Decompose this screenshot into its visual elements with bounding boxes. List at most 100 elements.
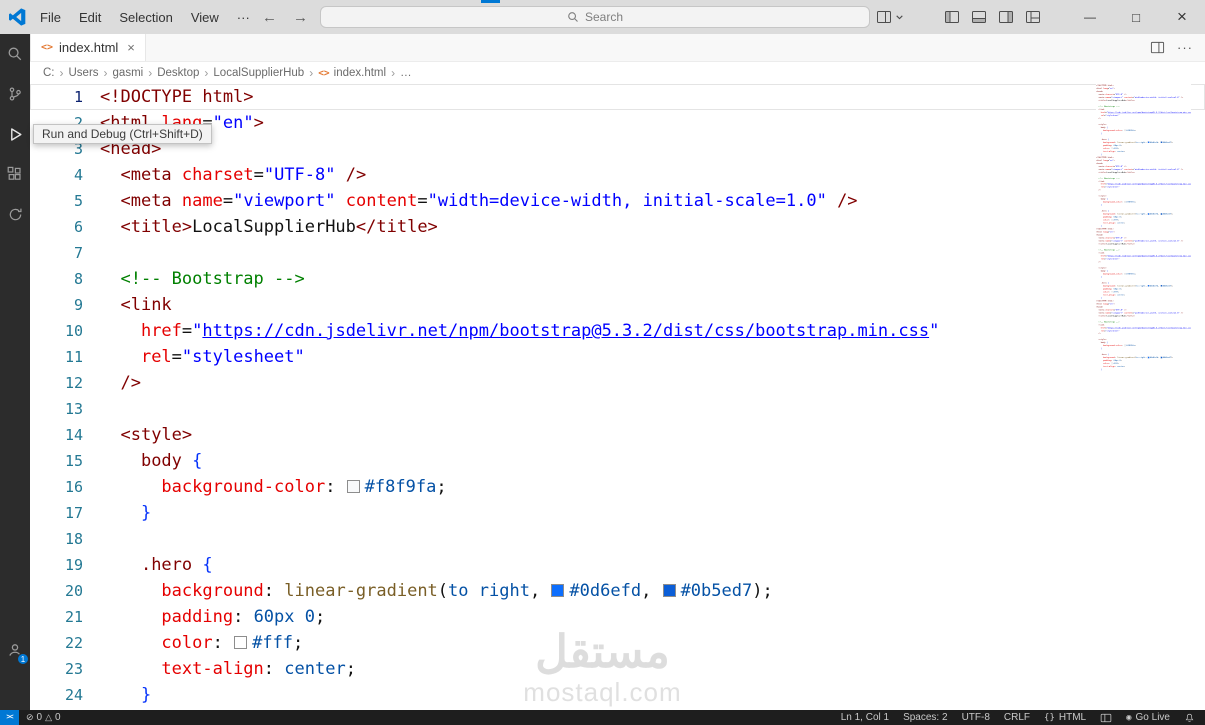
run-debug-icon[interactable] (0, 114, 30, 154)
sync-icon[interactable] (0, 194, 30, 234)
code-line[interactable]: 9 <link (30, 292, 1205, 318)
code-line[interactable]: 6 <title>LocalSupplierHub</title> (30, 214, 1205, 240)
breadcrumb-item[interactable]: Desktop (157, 67, 199, 79)
breadcrumb-item[interactable]: C: (43, 67, 55, 79)
search-view-icon[interactable] (0, 34, 30, 74)
code-line[interactable]: 14 <style> (30, 422, 1205, 448)
chevron-down-icon[interactable] (895, 13, 904, 22)
line-number[interactable]: 24 (30, 682, 100, 708)
forward-arrow-icon[interactable]: → (293, 9, 308, 26)
line-number[interactable]: 19 (30, 552, 100, 578)
code-token: body (140, 451, 182, 471)
status-eol[interactable]: CRLF (1004, 712, 1030, 723)
editor[interactable]: 1 <!DOCTYPE html> 2 <html lang="en"> 3 <head>… (30, 84, 1205, 710)
breadcrumb-item[interactable]: Users (69, 67, 99, 79)
status-go-live[interactable]: ◉ Go Live (1126, 712, 1170, 723)
line-number[interactable]: 14 (30, 422, 100, 448)
account-icon[interactable]: 1 (0, 630, 30, 670)
code-line[interactable]: 16 background-color: #f8f9fa; (30, 474, 1205, 500)
code-line[interactable]: 21 padding: 60px 0; (30, 604, 1205, 630)
problems-status[interactable]: ⊘ 0 △ 0 (26, 712, 61, 723)
color-swatch (346, 480, 360, 493)
menu-item-edit[interactable]: Edit (70, 0, 110, 34)
code-line[interactable]: 5 <meta name="viewport" content="width=d… (30, 188, 1205, 214)
close-button[interactable]: × (1159, 0, 1205, 34)
line-number[interactable]: 5 (30, 188, 100, 214)
breadcrumb-item[interactable]: … (400, 67, 412, 79)
breadcrumb-item[interactable]: <> index.html (318, 67, 386, 79)
code-token: background-color (161, 477, 326, 497)
line-number[interactable]: 1 (30, 84, 100, 110)
code-line[interactable]: 1 <!DOCTYPE html> (30, 84, 1205, 110)
menu-item-view[interactable]: View (182, 0, 228, 34)
code-line[interactable]: 20 background: linear-gradient(to right,… (30, 578, 1205, 604)
status-encoding[interactable]: UTF-8 (962, 712, 990, 723)
search-input[interactable]: Search (320, 6, 870, 28)
line-number[interactable]: 13 (30, 396, 100, 422)
code-line[interactable]: 17 } (30, 500, 1205, 526)
line-number[interactable]: 15 (30, 448, 100, 474)
split-editor-right-icon[interactable] (1150, 40, 1165, 55)
toggle-secondary-sidebar-icon[interactable] (998, 9, 1014, 25)
code-line[interactable]: 23 text-align: center; (30, 656, 1205, 682)
breadcrumb-separator: › (204, 66, 209, 80)
menu-item-selection[interactable]: Selection (110, 0, 181, 34)
code-line[interactable]: 7 (30, 240, 1205, 266)
code-line[interactable]: 19 .hero { (30, 552, 1205, 578)
toggle-sidebar-icon[interactable] (944, 9, 960, 25)
code-line[interactable]: 11 rel="stylesheet" (30, 344, 1205, 370)
breadcrumb-item[interactable]: LocalSupplierHub (213, 67, 304, 79)
line-number[interactable]: 22 (30, 630, 100, 656)
menu-item-file[interactable]: File (31, 0, 70, 34)
status-cursor-position[interactable]: Ln 1, Col 1 (841, 712, 889, 723)
line-number[interactable]: 20 (30, 578, 100, 604)
status-indentation[interactable]: Spaces: 2 (903, 712, 947, 723)
error-count: 0 (36, 712, 43, 723)
minimap[interactable]: 1<!DOCTYPE html>2<html lang="en">3<head>… (1096, 84, 1191, 710)
tab-close-icon[interactable]: × (127, 40, 135, 55)
line-number[interactable]: 11 (30, 344, 100, 370)
code-line[interactable]: 4 <meta charset="UTF-8" /> (30, 162, 1205, 188)
code-line[interactable]: 12 /> (30, 370, 1205, 396)
toggle-panel-icon[interactable] (971, 9, 987, 25)
more-actions-icon[interactable]: ··· (1177, 40, 1193, 55)
back-arrow-icon[interactable]: ← (262, 9, 277, 26)
code-line[interactable]: 18 (30, 526, 1205, 552)
vscode-logo-icon (8, 8, 26, 26)
line-number[interactable]: 7 (30, 240, 100, 266)
line-number[interactable]: 18 (30, 526, 100, 552)
extensions-icon[interactable] (0, 154, 30, 194)
breadcrumb-item[interactable]: gasmi (113, 67, 144, 79)
code-line[interactable]: 24 } (30, 682, 1205, 708)
line-number[interactable]: 6 (30, 214, 100, 240)
status-notifications[interactable] (1184, 712, 1195, 724)
line-number[interactable]: 8 (30, 266, 100, 292)
split-editor-icon[interactable] (876, 9, 892, 25)
line-number[interactable]: 17 (30, 500, 100, 526)
line-number[interactable]: 4 (30, 162, 100, 188)
code-line[interactable]: 10 href="https://cdn.jsdelivr.net/npm/bo… (30, 318, 1205, 344)
line-number[interactable]: 10 (30, 318, 100, 344)
tab-index-html[interactable]: <> index.html × (30, 34, 146, 61)
menu-item-more[interactable]: ··· (228, 0, 259, 34)
maximize-button[interactable]: □ (1113, 0, 1159, 34)
line-number[interactable]: 21 (30, 604, 100, 630)
code-line[interactable]: 22 color: #fff; (30, 630, 1205, 656)
line-number[interactable]: 23 (30, 656, 100, 682)
minimize-button[interactable]: — (1067, 0, 1113, 34)
status-editor-layout[interactable] (1100, 712, 1112, 724)
status-language-mode[interactable]: {} HTML (1044, 712, 1086, 723)
customize-layout-icon[interactable] (1025, 9, 1041, 25)
html-file-icon: <> (318, 67, 330, 79)
source-control-icon[interactable] (0, 74, 30, 114)
remote-indicator[interactable]: >< (0, 710, 19, 725)
code-line[interactable]: 15 body { (30, 448, 1205, 474)
line-number[interactable]: 16 (30, 474, 100, 500)
code-line[interactable]: 13 (30, 396, 1205, 422)
code-line[interactable]: 8 <!-- Bootstrap --> (30, 266, 1205, 292)
line-number[interactable]: 12 (30, 370, 100, 396)
account-badge: 1 (17, 653, 29, 665)
line-number[interactable]: 9 (30, 292, 100, 318)
breadcrumb-separator: › (391, 66, 396, 80)
